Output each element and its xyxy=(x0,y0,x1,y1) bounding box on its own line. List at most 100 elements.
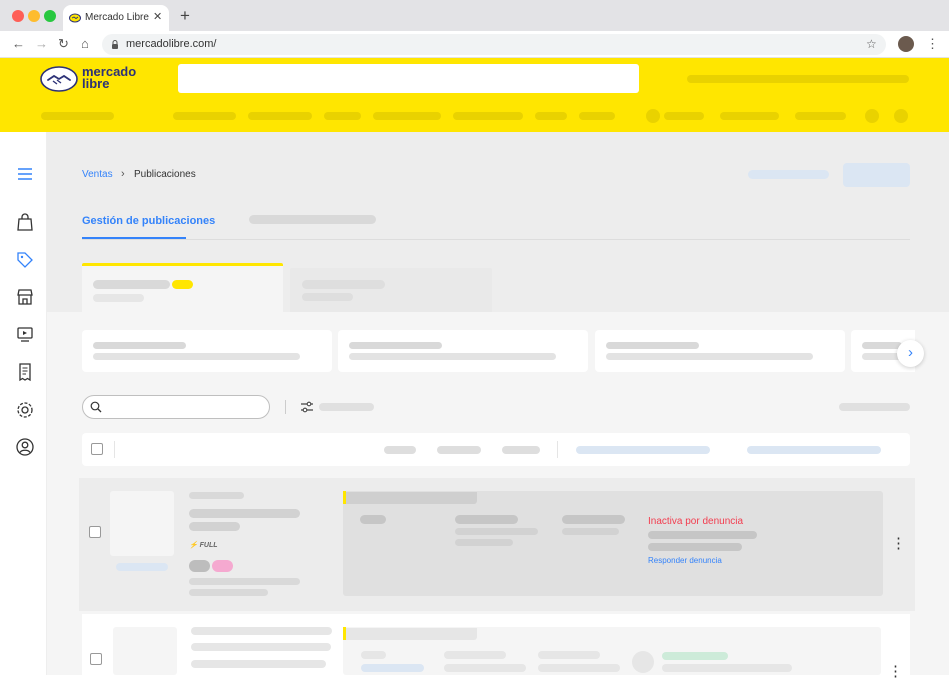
panel-value-placeholder xyxy=(538,664,620,672)
listings-search-input[interactable] xyxy=(82,395,270,419)
new-tab-icon[interactable]: + xyxy=(180,6,190,26)
header-account-placeholder[interactable] xyxy=(687,75,909,83)
header-action-placeholder[interactable] xyxy=(502,446,540,454)
logo-wordmark[interactable]: mercado libre xyxy=(82,65,136,90)
bookmark-star-icon[interactable]: ☆ xyxy=(866,37,877,51)
header-action-placeholder[interactable] xyxy=(384,446,416,454)
listing-status-label: Inactiva por denuncia xyxy=(648,516,744,527)
nav-item-placeholder[interactable] xyxy=(795,112,846,120)
video-screen-icon[interactable] xyxy=(15,324,35,344)
product-detail-placeholder xyxy=(189,578,300,585)
filter-card-active[interactable] xyxy=(82,263,283,312)
header-link-placeholder[interactable] xyxy=(748,170,829,179)
product-title-placeholder[interactable] xyxy=(191,660,326,668)
settings-gear-icon[interactable] xyxy=(15,400,35,420)
product-title-placeholder[interactable] xyxy=(189,522,240,531)
nav-item-placeholder[interactable] xyxy=(579,112,615,120)
breadcrumb-link-ventas[interactable]: Ventas xyxy=(82,169,113,180)
nav-item-placeholder[interactable] xyxy=(248,112,312,120)
cart-placeholder[interactable] xyxy=(894,109,908,123)
product-id-placeholder[interactable] xyxy=(116,563,168,571)
filter-card-title-placeholder xyxy=(93,280,170,289)
primary-action-button[interactable] xyxy=(843,163,910,187)
filter-card[interactable] xyxy=(290,268,492,312)
product-title-placeholder[interactable] xyxy=(189,509,300,518)
summary-text-placeholder xyxy=(93,353,300,360)
column-divider xyxy=(557,441,558,458)
panel-value-placeholder xyxy=(455,539,513,546)
mercado-libre-logo-icon xyxy=(40,66,78,92)
url-field[interactable]: mercadolibre.com/ ☆ xyxy=(102,34,886,55)
maximize-window-icon[interactable] xyxy=(44,10,56,22)
filter-card-subtitle-placeholder xyxy=(93,294,144,302)
profile-avatar[interactable] xyxy=(898,36,914,52)
sort-placeholder[interactable] xyxy=(839,403,910,411)
tab-gestion-publicaciones[interactable]: Gestión de publicaciones xyxy=(82,215,215,227)
summary-title-placeholder xyxy=(862,342,902,349)
respond-report-link[interactable]: Responder denuncia xyxy=(648,556,722,565)
browser-tab[interactable]: Mercado Libre ✕ xyxy=(63,5,169,31)
full-shipping-badge: ⚡ FULL xyxy=(189,542,218,549)
row-more-options-icon[interactable]: ⋮ xyxy=(891,534,906,552)
status-badge-placeholder xyxy=(662,652,728,660)
table-row[interactable]: ⋮ xyxy=(82,614,910,680)
browser-menu-icon[interactable]: ⋮ xyxy=(926,36,939,52)
tab-title: Mercado Libre xyxy=(85,12,149,23)
listing-status-panel xyxy=(343,491,883,596)
store-icon[interactable] xyxy=(15,287,35,307)
filter-label-placeholder[interactable] xyxy=(319,403,374,411)
filter-card-count-badge xyxy=(172,280,193,289)
minimize-window-icon[interactable] xyxy=(28,10,40,22)
product-title-placeholder[interactable] xyxy=(191,627,332,635)
row-checkbox[interactable] xyxy=(90,653,102,665)
shopping-bag-icon[interactable] xyxy=(15,212,35,232)
notifications-placeholder[interactable] xyxy=(865,109,879,123)
header-link-placeholder[interactable] xyxy=(576,446,710,454)
filter-sliders-icon[interactable] xyxy=(300,401,314,413)
user-avatar-placeholder[interactable] xyxy=(646,109,660,123)
filter-card-title-placeholder xyxy=(302,280,385,289)
header-link-placeholder[interactable] xyxy=(747,446,881,454)
home-icon[interactable]: ⌂ xyxy=(81,36,89,51)
row-checkbox[interactable] xyxy=(89,526,101,538)
nav-item-placeholder[interactable] xyxy=(373,112,441,120)
panel-value-placeholder xyxy=(444,664,526,672)
panel-link-placeholder xyxy=(361,664,424,672)
select-all-checkbox[interactable] xyxy=(91,443,103,455)
forward-icon[interactable]: → xyxy=(35,36,48,51)
tab-placeholder[interactable] xyxy=(249,215,376,224)
nav-item-placeholder[interactable] xyxy=(324,112,361,120)
site-search-input[interactable] xyxy=(178,64,639,93)
nav-item-placeholder[interactable] xyxy=(173,112,236,120)
row-more-options-icon[interactable]: ⋮ xyxy=(888,662,903,680)
product-thumbnail[interactable] xyxy=(113,627,177,675)
nav-item-placeholder[interactable] xyxy=(720,112,779,120)
nav-user-placeholder[interactable] xyxy=(664,112,704,120)
summary-card[interactable] xyxy=(338,330,588,372)
nav-item-placeholder[interactable] xyxy=(535,112,567,120)
carousel-next-button[interactable]: › xyxy=(897,340,924,367)
sidebar xyxy=(0,132,47,675)
status-detail-placeholder xyxy=(662,664,792,672)
listing-status-panel xyxy=(343,627,881,675)
panel-value-placeholder xyxy=(444,651,506,659)
close-window-icon[interactable] xyxy=(12,10,24,22)
nav-item-placeholder[interactable] xyxy=(453,112,523,120)
summary-card[interactable] xyxy=(82,330,332,372)
product-thumbnail[interactable] xyxy=(110,491,174,556)
user-profile-icon[interactable] xyxy=(15,437,35,457)
handshake-favicon-icon xyxy=(69,13,81,23)
nav-location-placeholder[interactable] xyxy=(41,112,114,120)
url-text: mercadolibre.com/ xyxy=(126,38,217,50)
price-tag-icon[interactable] xyxy=(15,250,35,270)
summary-card[interactable] xyxy=(595,330,845,372)
back-icon[interactable]: ← xyxy=(12,36,25,51)
product-title-placeholder[interactable] xyxy=(191,643,331,651)
header-action-placeholder[interactable] xyxy=(437,446,481,454)
hamburger-menu-icon[interactable] xyxy=(15,164,35,184)
panel-header-placeholder xyxy=(346,628,477,640)
tab-close-icon[interactable]: ✕ xyxy=(153,10,162,23)
receipt-icon[interactable] xyxy=(15,362,35,382)
summary-title-placeholder xyxy=(93,342,186,349)
reload-icon[interactable]: ↻ xyxy=(58,36,69,52)
